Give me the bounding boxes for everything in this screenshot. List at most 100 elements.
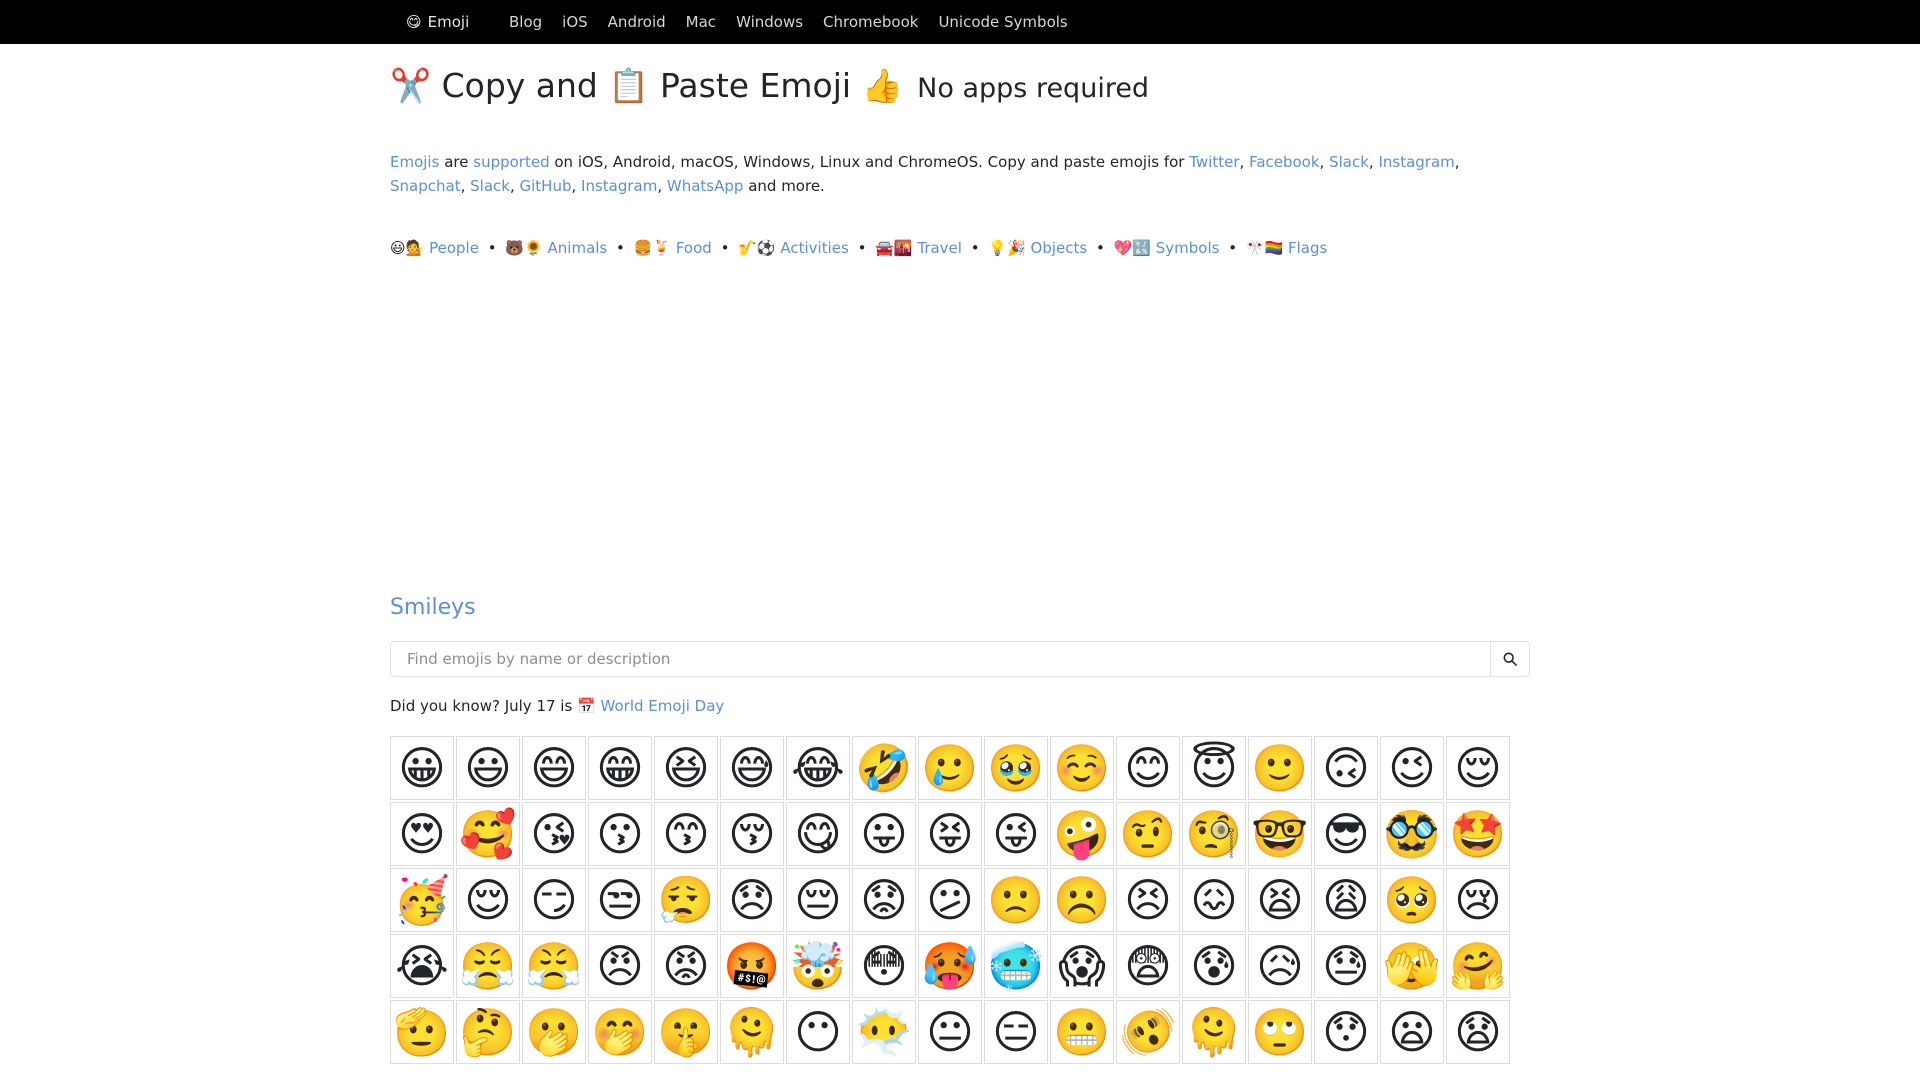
emoji-cell[interactable]: 😁 — [588, 736, 652, 800]
emoji-cell[interactable]: 😩 — [1314, 868, 1378, 932]
emoji-cell[interactable]: 🤫 — [654, 1000, 718, 1064]
emoji-cell[interactable]: 😤 — [522, 934, 586, 998]
emoji-cell[interactable]: 😂 — [786, 736, 850, 800]
emoji-cell[interactable]: 😙 — [654, 802, 718, 866]
emoji-cell[interactable]: 😘 — [522, 802, 586, 866]
snapchat-link[interactable]: Snapchat — [390, 177, 461, 195]
emoji-cell[interactable]: 😶 — [786, 1000, 850, 1064]
emoji-cell[interactable]: 😄 — [522, 736, 586, 800]
emoji-cell[interactable]: 😀 — [390, 736, 454, 800]
category-link-animals[interactable]: Animals — [548, 239, 608, 257]
emoji-cell[interactable]: 😚 — [720, 802, 784, 866]
emojis-link[interactable]: Emojis — [390, 153, 439, 171]
emoji-cell[interactable]: 🥵 — [918, 934, 982, 998]
emoji-cell[interactable]: 🫢 — [522, 1000, 586, 1064]
category-link-activities[interactable]: Activities — [780, 239, 848, 257]
emoji-cell[interactable]: 🫠 — [720, 1000, 784, 1064]
emoji-cell[interactable]: 🙃 — [1314, 736, 1378, 800]
emoji-cell[interactable]: 🤭 — [588, 1000, 652, 1064]
slack-link[interactable]: Slack — [1329, 153, 1369, 171]
instagram-link[interactable]: Instagram — [1378, 153, 1454, 171]
supported-link[interactable]: supported — [473, 153, 549, 171]
nav-link-chromebook[interactable]: Chromebook — [823, 13, 918, 31]
search-button[interactable] — [1490, 642, 1529, 676]
emoji-cell[interactable]: 😍 — [390, 802, 454, 866]
emoji-cell[interactable]: 😠 — [588, 934, 652, 998]
emoji-cell[interactable]: 😝 — [918, 802, 982, 866]
emoji-cell[interactable]: 😖 — [1182, 868, 1246, 932]
emoji-cell[interactable]: 😭 — [390, 934, 454, 998]
emoji-cell[interactable]: ☹️ — [1050, 868, 1114, 932]
nav-link-android[interactable]: Android — [608, 13, 666, 31]
emoji-cell[interactable]: 😦 — [1380, 1000, 1444, 1064]
emoji-cell[interactable]: 🫣 — [1380, 934, 1444, 998]
section-title-smileys[interactable]: Smileys — [390, 592, 476, 624]
emoji-cell[interactable]: 😋 — [786, 802, 850, 866]
emoji-cell[interactable]: 😤 — [456, 934, 520, 998]
category-link-travel[interactable]: Travel — [917, 239, 962, 257]
emoji-cell[interactable]: 😰 — [1182, 934, 1246, 998]
emoji-cell[interactable]: 😏 — [522, 868, 586, 932]
emoji-cell[interactable]: 😑 — [984, 1000, 1048, 1064]
emoji-cell[interactable]: 🧐 — [1182, 802, 1246, 866]
emoji-cell[interactable]: 🥸 — [1380, 802, 1444, 866]
emoji-cell[interactable]: 😎 — [1314, 802, 1378, 866]
slack-link-2[interactable]: Slack — [470, 177, 510, 195]
emoji-cell[interactable]: 🥺 — [1380, 868, 1444, 932]
emoji-cell[interactable]: ☺️ — [1050, 736, 1114, 800]
emoji-cell[interactable]: 😒 — [588, 868, 652, 932]
category-link-objects[interactable]: Objects — [1031, 239, 1088, 257]
emoji-cell[interactable]: 😊 — [1116, 736, 1180, 800]
nav-link-unicode-symbols[interactable]: Unicode Symbols — [938, 13, 1067, 31]
instagram-link-2[interactable]: Instagram — [581, 177, 657, 195]
emoji-cell[interactable]: 😆 — [654, 736, 718, 800]
emoji-cell[interactable]: 🤣 — [852, 736, 916, 800]
category-link-people[interactable]: People — [429, 239, 479, 257]
emoji-cell[interactable]: 😳 — [852, 934, 916, 998]
emoji-cell[interactable]: 😥 — [1248, 934, 1312, 998]
emoji-cell[interactable]: 😞 — [720, 868, 784, 932]
emoji-cell[interactable]: 🥰 — [456, 802, 520, 866]
emoji-cell[interactable]: 😅 — [720, 736, 784, 800]
emoji-cell[interactable]: 😕 — [918, 868, 982, 932]
emoji-cell[interactable]: 🙁 — [984, 868, 1048, 932]
emoji-cell[interactable]: 😬 — [1050, 1000, 1114, 1064]
emoji-cell[interactable]: 🥳 — [390, 868, 454, 932]
world-emoji-day-link[interactable]: World Emoji Day — [601, 697, 725, 715]
emoji-cell[interactable]: 😛 — [852, 802, 916, 866]
emoji-cell[interactable]: 😐 — [918, 1000, 982, 1064]
emoji-cell[interactable]: 😮‍💨 — [654, 868, 718, 932]
emoji-cell[interactable]: 🥶 — [984, 934, 1048, 998]
emoji-cell[interactable]: 🙄 — [1248, 1000, 1312, 1064]
emoji-cell[interactable]: 🥲 — [918, 736, 982, 800]
emoji-cell[interactable]: 😡 — [654, 934, 718, 998]
category-link-food[interactable]: Food — [676, 239, 712, 257]
emoji-cell[interactable]: 😱 — [1050, 934, 1114, 998]
github-link[interactable]: GitHub — [520, 177, 572, 195]
emoji-cell[interactable]: 😟 — [852, 868, 916, 932]
facebook-link[interactable]: Facebook — [1249, 153, 1319, 171]
emoji-cell[interactable]: 😧 — [1446, 1000, 1510, 1064]
emoji-cell[interactable]: 🤔 — [456, 1000, 520, 1064]
emoji-cell[interactable]: 😫 — [1248, 868, 1312, 932]
emoji-cell[interactable]: 😢 — [1446, 868, 1510, 932]
emoji-cell[interactable]: 🤨 — [1116, 802, 1180, 866]
emoji-cell[interactable]: 😯 — [1314, 1000, 1378, 1064]
nav-link-mac[interactable]: Mac — [686, 13, 716, 31]
emoji-cell[interactable]: 😨 — [1116, 934, 1180, 998]
twitter-link[interactable]: Twitter — [1189, 153, 1239, 171]
emoji-cell[interactable]: 🤯 — [786, 934, 850, 998]
category-link-flags[interactable]: Flags — [1288, 239, 1327, 257]
emoji-cell[interactable]: 😃 — [456, 736, 520, 800]
search-input[interactable] — [391, 642, 1490, 676]
emoji-cell[interactable]: 😇 — [1182, 736, 1246, 800]
emoji-cell[interactable]: 😶‍🌫️ — [852, 1000, 916, 1064]
nav-link-windows[interactable]: Windows — [736, 13, 803, 31]
emoji-cell[interactable]: 🙂 — [1248, 736, 1312, 800]
emoji-cell[interactable]: 😣 — [1116, 868, 1180, 932]
brand-link[interactable]: 😋 Emoji — [406, 0, 469, 44]
emoji-cell[interactable]: 🫠 — [1182, 1000, 1246, 1064]
emoji-cell[interactable]: 😓 — [1314, 934, 1378, 998]
emoji-cell[interactable]: 😌 — [1446, 736, 1510, 800]
emoji-cell[interactable]: 😔 — [786, 868, 850, 932]
